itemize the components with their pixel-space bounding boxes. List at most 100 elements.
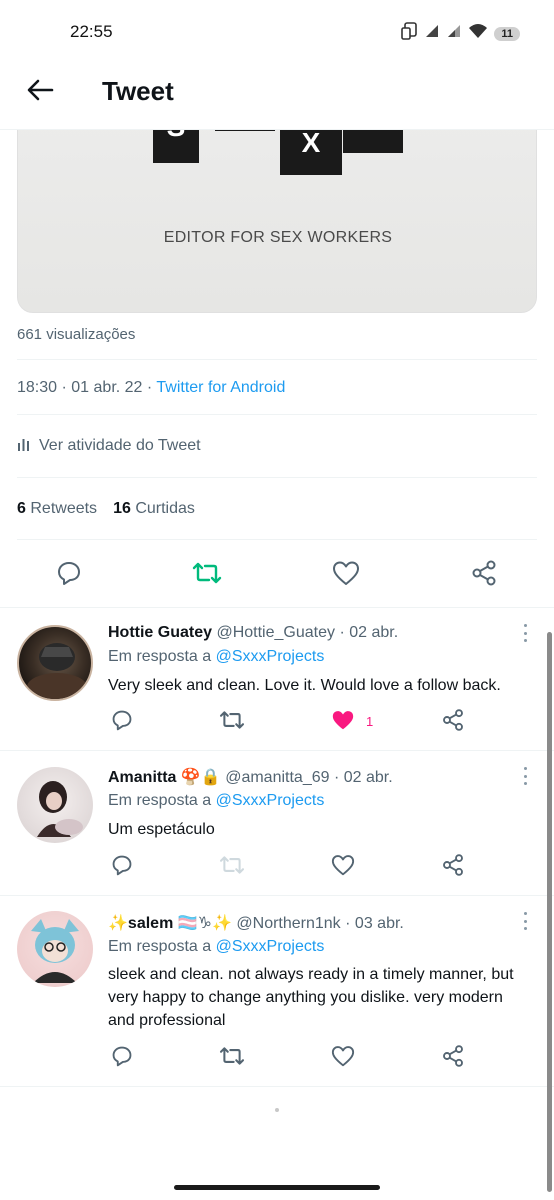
tweet-source-link[interactable]: Twitter for Android [156, 379, 285, 396]
page-title: Tweet [102, 76, 174, 106]
retweet-icon [219, 1045, 245, 1072]
share-icon [441, 853, 465, 882]
status-bar: 22:55 11 [0, 0, 554, 62]
reply-prefix: Em resposta a [108, 938, 212, 955]
like-icon [331, 1045, 355, 1072]
reply-header: Amanitta 🍄🔒 @amanitta_69 · 02 abr. [108, 767, 393, 787]
separator: · [339, 624, 350, 641]
activity-label: Ver atividade do Tweet [39, 437, 201, 454]
screen-cast-icon [400, 22, 418, 45]
retweet-icon [192, 560, 222, 591]
reply-icon [56, 560, 82, 591]
author-handle: @amanitta_69 [225, 769, 330, 786]
reply-icon [111, 854, 133, 881]
views-count: 661 visualizações [17, 318, 537, 360]
tweet-time: 18:30 [17, 379, 58, 396]
share-button[interactable] [440, 708, 466, 737]
back-button[interactable] [20, 76, 60, 108]
mention-link[interactable]: @SxxxProjects [216, 648, 325, 665]
separator: · [146, 379, 157, 396]
reply-text: sleek and clean. not always ready in a t… [108, 966, 514, 1029]
retweet-button[interactable] [219, 709, 245, 735]
media-caption: EDITOR FOR SEX WORKERS [163, 229, 393, 246]
reply-item[interactable]: Amanitta 🍄🔒 @amanitta_69 · 02 abr. Em re… [0, 751, 554, 896]
reply-header: ✨salem 🏳️‍⚧️♑✨ @Northern1nk · 03 abr. [108, 913, 404, 933]
retweets-label: Retweets [30, 499, 98, 517]
like-count: 1 [366, 714, 374, 729]
retweet-button[interactable] [192, 560, 222, 590]
separator: · [61, 379, 72, 396]
reply-button[interactable] [54, 560, 84, 590]
replying-to: Em resposta a @SxxxProjects [108, 938, 324, 956]
like-button[interactable] [331, 560, 361, 590]
tweet-meta: 18:30 · 01 abr. 22 · Twitter for Android [17, 360, 537, 415]
signal-icon [446, 23, 462, 44]
avatar[interactable] [17, 911, 93, 987]
share-button[interactable] [440, 853, 466, 882]
mention-link[interactable]: @SxxxProjects [216, 938, 325, 955]
reply-icon [111, 1045, 133, 1072]
like-icon [331, 854, 355, 881]
gesture-home-bar[interactable] [174, 1185, 380, 1190]
avatar[interactable] [17, 767, 93, 843]
more-options-button[interactable] [522, 912, 528, 930]
retweet-disabled-icon [219, 854, 245, 881]
retweets-count-link[interactable]: 6 Retweets [17, 500, 97, 518]
name-emoji: 🍄🔒 [180, 769, 221, 786]
reply-item[interactable]: Hottie Guatey @Hottie_Guatey · 02 abr. E… [0, 608, 554, 751]
reply-button[interactable] [109, 1045, 135, 1071]
likes-label: Curtidas [135, 499, 195, 517]
name-emoji: 🏳️‍⚧️♑✨ [177, 915, 232, 932]
author-name[interactable]: Amanitta [108, 769, 176, 786]
share-icon [441, 708, 465, 737]
like-filled-icon [331, 709, 355, 736]
author-name[interactable]: Hottie Guatey [108, 624, 212, 641]
bar-chart-icon [17, 437, 31, 456]
like-button[interactable] [330, 854, 356, 880]
reply-date: 02 abr. [349, 624, 399, 641]
reply-button[interactable] [109, 709, 135, 735]
signal-icon [424, 23, 440, 44]
share-icon [441, 1044, 465, 1073]
retweet-icon [219, 709, 245, 736]
reply-text: Um espetáculo [108, 821, 215, 838]
reply-date: 03 abr. [354, 915, 404, 932]
replying-to: Em resposta a @SxxxProjects [108, 792, 324, 810]
more-options-button[interactable] [522, 767, 528, 785]
reply-prefix: Em resposta a [108, 792, 212, 809]
reply-prefix: Em resposta a [108, 648, 212, 665]
status-icons: 11 [400, 22, 520, 45]
mention-link[interactable]: @SxxxProjects [216, 792, 325, 809]
separator: · [333, 769, 344, 786]
tweet-media-image[interactable]: S X EDITOR FOR SEX WORKERS [17, 110, 537, 313]
replying-to: Em resposta a @SxxxProjects [108, 648, 324, 666]
author-handle: @Hottie_Guatey [216, 624, 335, 641]
scrollbar[interactable] [547, 632, 552, 1192]
retweet-button [219, 854, 245, 880]
name-emoji-prefix: ✨ [108, 915, 128, 932]
share-button[interactable] [440, 1044, 466, 1073]
reply-date: 02 abr. [343, 769, 393, 786]
retweets-count: 6 [17, 499, 26, 517]
likes-count-link[interactable]: 16 Curtidas [113, 500, 195, 518]
like-button[interactable] [330, 1045, 356, 1071]
author-handle: @Northern1nk [236, 915, 341, 932]
status-time: 22:55 [70, 22, 113, 41]
share-button[interactable] [469, 560, 499, 590]
reply-button[interactable] [109, 854, 135, 880]
avatar[interactable] [17, 625, 93, 701]
tweet-activity-link[interactable]: Ver atividade do Tweet [17, 415, 537, 478]
retweet-button[interactable] [219, 1045, 245, 1071]
tweet-date: 01 abr. 22 [71, 379, 143, 396]
wifi-icon [468, 23, 488, 44]
reply-header: Hottie Guatey @Hottie_Guatey · 02 abr. [108, 624, 398, 642]
like-button[interactable] [330, 709, 356, 735]
engagement-counts: 6 Retweets 16 Curtidas [17, 478, 537, 540]
reply-text: Very sleek and clean. Love it. Would lov… [108, 677, 501, 694]
reply-item[interactable]: ✨salem 🏳️‍⚧️♑✨ @Northern1nk · 03 abr. Em… [0, 896, 554, 1087]
app-header: Tweet [0, 62, 554, 130]
more-options-button[interactable] [522, 624, 528, 642]
author-name[interactable]: salem [128, 915, 173, 932]
separator: · [345, 915, 355, 932]
likes-count: 16 [113, 499, 131, 517]
